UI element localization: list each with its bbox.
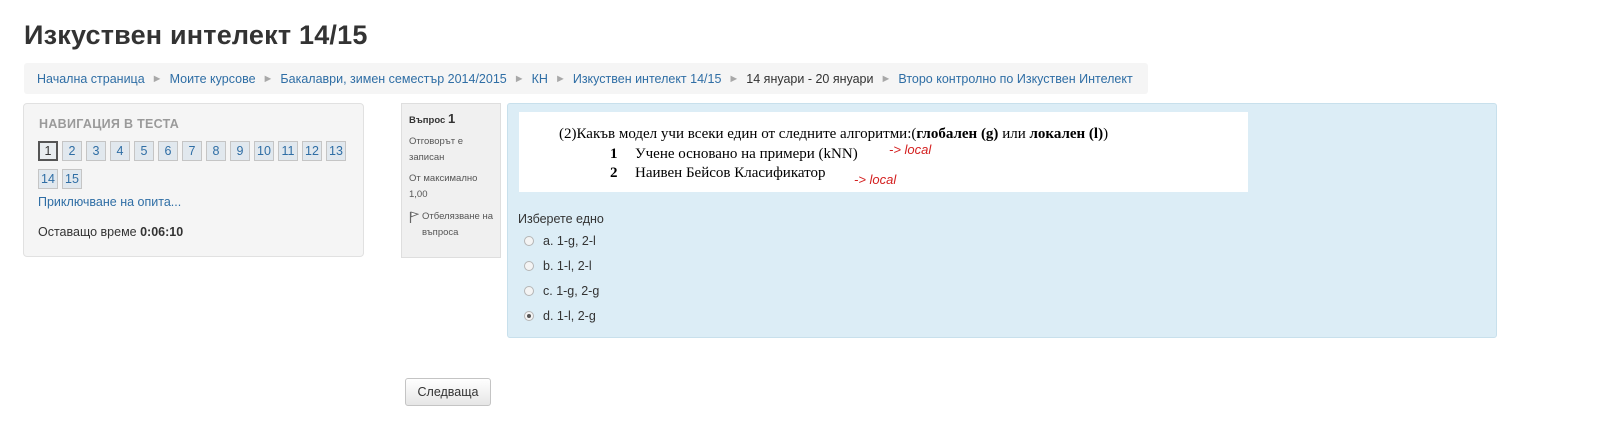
radio-button[interactable] — [524, 311, 534, 321]
finish-attempt-link[interactable]: Приключване на опита... — [38, 195, 181, 209]
page-title: Изкуствен интелект 14/15 — [24, 20, 368, 50]
question-nav-button-8[interactable]: 8 — [206, 141, 226, 161]
question-image: (2)Какъв модел учи всеки един от следнит… — [519, 112, 1248, 192]
question-text-suffix: ) — [1103, 126, 1109, 142]
flag-icon — [409, 211, 419, 223]
flag-question-label: Отбелязване на въпроса — [422, 211, 494, 238]
answer-option-d[interactable]: d. 1-l, 2-g — [524, 309, 596, 323]
question-item-index: 1 — [610, 146, 618, 162]
breadcrumb-separator: ► — [728, 72, 740, 85]
answer-prompt: Изберете едно — [518, 212, 604, 226]
question-content: (2)Какъв модел учи всеки един от следнит… — [507, 103, 1497, 338]
breadcrumb-separator: ► — [151, 72, 163, 85]
question-status: Отговорът е записан — [409, 136, 463, 163]
question-nav-button-13[interactable]: 13 — [326, 141, 346, 161]
time-left-label: Оставащо време — [38, 225, 137, 239]
question-item-1: 1 Учене основано на примери (kNN) — [610, 146, 858, 163]
handwritten-annotation-2: -> local — [854, 172, 897, 187]
breadcrumb-item-week: 14 януари - 20 януари — [746, 71, 874, 86]
question-nav-button-12[interactable]: 12 — [302, 141, 322, 161]
question-nav-button-9[interactable]: 9 — [230, 141, 250, 161]
question-text-local: локален (l) — [1029, 126, 1104, 142]
answer-option-label: c. 1-g, 2-g — [543, 284, 600, 298]
breadcrumb-item-kn[interactable]: КН — [532, 72, 548, 86]
question-nav-button-11[interactable]: 11 — [278, 141, 298, 161]
question-text-or: или — [998, 126, 1030, 142]
question-nav-button-4[interactable]: 4 — [110, 141, 130, 161]
radio-button[interactable] — [524, 236, 534, 246]
question-nav-button-2[interactable]: 2 — [62, 141, 82, 161]
question-number: Въпрос 1 — [409, 111, 493, 129]
flag-question-toggle[interactable]: Отбелязване на въпроса — [409, 209, 493, 241]
breadcrumb-separator: ► — [880, 72, 892, 85]
question-item-text: Учене основано на примери (kNN) — [635, 146, 858, 162]
breadcrumb-separator: ► — [513, 72, 525, 85]
question-item-index: 2 — [610, 165, 618, 181]
question-text-prefix: (2)Какъв модел учи всеки един от следнит… — [559, 126, 917, 142]
question-info-box: Въпрос 1 Отговорът е записан От максимал… — [401, 103, 501, 258]
radio-button[interactable] — [524, 261, 534, 271]
answer-option-c[interactable]: c. 1-g, 2-g — [524, 284, 599, 298]
time-left-value: 0:06:10 — [140, 225, 184, 239]
question-nav-button-5[interactable]: 5 — [134, 141, 154, 161]
question-buttons-row: 1 2 3 4 5 6 7 8 9 10 11 12 13 — [38, 141, 346, 161]
question-nav-button-6[interactable]: 6 — [158, 141, 178, 161]
question-text-global: глобален (g) — [916, 126, 999, 142]
breadcrumb-item-category[interactable]: Бакалаври, зимен семестър 2014/2015 — [280, 72, 506, 86]
radio-button[interactable] — [524, 286, 534, 296]
question-nav-button-1[interactable]: 1 — [38, 141, 58, 161]
breadcrumb-separator: ► — [554, 72, 566, 85]
answer-option-b[interactable]: b. 1-l, 2-l — [524, 259, 592, 273]
max-grade-label: От максимално — [409, 173, 478, 184]
breadcrumb-separator: ► — [262, 72, 274, 85]
question-nav-button-3[interactable]: 3 — [86, 141, 106, 161]
breadcrumb-item-home[interactable]: Начална страница — [37, 72, 145, 86]
question-nav-button-14[interactable]: 14 — [38, 169, 58, 189]
question-buttons-row: 14 15 — [38, 169, 82, 189]
question-nav-button-15[interactable]: 15 — [62, 169, 82, 189]
breadcrumb-item-quiz[interactable]: Второ контролно по Изкуствен Интелект — [898, 72, 1132, 86]
answer-option-label: b. 1-l, 2-l — [543, 259, 592, 273]
question-number-label: Въпрос — [409, 115, 446, 126]
breadcrumb: Начална страница ► Моите курсове ► Бакал… — [24, 63, 1148, 94]
breadcrumb-item-course[interactable]: Изкуствен интелект 14/15 — [573, 72, 722, 86]
quiz-navigation-block: НАВИГАЦИЯ В ТЕСТА 1 2 3 4 5 6 7 8 9 10 1… — [23, 103, 364, 257]
question-item-2: 2 Наивен Бейсов Класификатор — [610, 165, 826, 182]
next-page-button[interactable]: Следваща — [405, 378, 491, 406]
question-nav-button-10[interactable]: 10 — [254, 141, 274, 161]
max-grade-value: 1,00 — [409, 189, 428, 200]
question-item-text: Наивен Бейсов Класификатор — [635, 165, 826, 181]
breadcrumb-item-my-courses[interactable]: Моите курсове — [170, 72, 256, 86]
answer-option-a[interactable]: a. 1-g, 2-l — [524, 234, 596, 248]
answer-option-label: d. 1-l, 2-g — [543, 309, 596, 323]
question-text: (2)Какъв модел учи всеки един от следнит… — [559, 126, 1108, 143]
time-left: Оставащо време 0:06:10 — [38, 225, 183, 239]
question-nav-button-7[interactable]: 7 — [182, 141, 202, 161]
question-max-grade: От максимално 1,00 — [409, 171, 493, 203]
answer-option-label: a. 1-g, 2-l — [543, 234, 596, 248]
quiz-navigation-title: НАВИГАЦИЯ В ТЕСТА — [39, 117, 180, 131]
handwritten-annotation-1: -> local — [889, 142, 932, 157]
question-number-value: 1 — [447, 111, 456, 126]
